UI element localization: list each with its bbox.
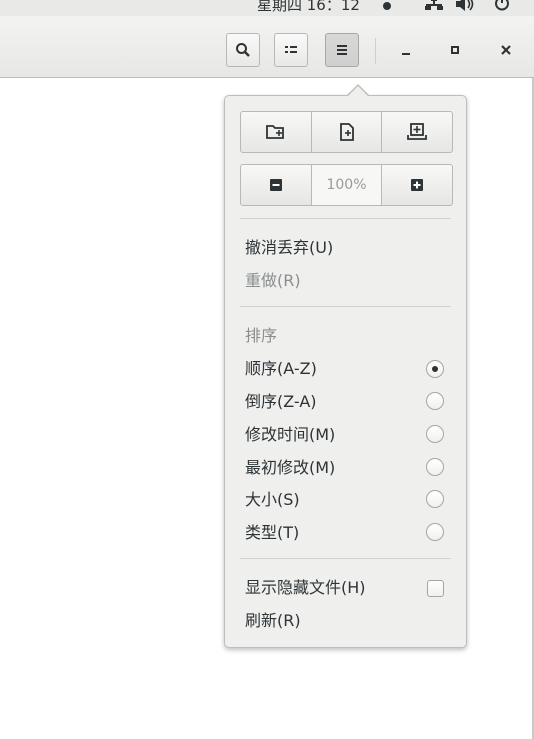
view-list-icon bbox=[285, 46, 297, 53]
show-hidden-files-checkbox[interactable] bbox=[427, 580, 444, 597]
sort-z-a-item[interactable]: 倒序(Z-A) bbox=[245, 388, 317, 412]
sort-size-item[interactable]: 大小(S) bbox=[245, 486, 300, 510]
sort-header: 排序 bbox=[245, 326, 278, 345]
zoom-out-icon bbox=[269, 179, 282, 191]
refresh-item[interactable]: 刷新(R) bbox=[245, 607, 301, 631]
new-folder-button[interactable] bbox=[241, 112, 312, 152]
new-actions-row bbox=[240, 111, 453, 153]
show-hidden-files-item[interactable]: 显示隐藏文件(H) bbox=[245, 574, 366, 598]
new-folder-icon bbox=[265, 125, 284, 139]
maximize-button[interactable] bbox=[443, 38, 467, 62]
divider bbox=[240, 558, 451, 559]
divider bbox=[240, 306, 451, 307]
new-tab-icon bbox=[407, 123, 428, 140]
menu-button[interactable] bbox=[325, 33, 359, 67]
sort-modified-item[interactable]: 修改时间(M) bbox=[245, 421, 335, 445]
hamburger-menu-icon bbox=[337, 45, 347, 55]
zoom-in-button[interactable] bbox=[382, 165, 452, 205]
volume-icon[interactable] bbox=[456, 0, 476, 15]
close-button[interactable] bbox=[494, 38, 518, 62]
undo-trash-item[interactable]: 撤消丢弃(U) bbox=[245, 234, 333, 258]
search-button[interactable] bbox=[226, 33, 260, 67]
new-tab-button[interactable] bbox=[382, 112, 452, 152]
popover-arrow-fill bbox=[347, 86, 369, 97]
view-list-button[interactable] bbox=[274, 33, 308, 67]
sort-a-z-item[interactable]: 顺序(A-Z) bbox=[245, 355, 317, 379]
sort-type-radio[interactable] bbox=[426, 523, 444, 541]
sort-z-a-radio[interactable] bbox=[426, 392, 444, 410]
zoom-level[interactable]: 100% bbox=[311, 165, 383, 205]
zoom-out-button[interactable] bbox=[241, 165, 312, 205]
new-document-icon bbox=[339, 123, 354, 141]
power-icon[interactable] bbox=[493, 0, 511, 12]
divider bbox=[240, 218, 451, 219]
sort-size-radio[interactable] bbox=[426, 490, 444, 508]
new-document-button[interactable] bbox=[312, 112, 383, 152]
header-separator bbox=[375, 38, 376, 64]
minimize-icon bbox=[402, 53, 410, 55]
clock[interactable]: 星期四 16：12 bbox=[257, 0, 360, 15]
search-icon bbox=[236, 43, 250, 57]
sort-first-modified-radio[interactable] bbox=[426, 458, 444, 476]
sort-a-z-radio[interactable] bbox=[426, 360, 444, 378]
zoom-row: 100% bbox=[240, 164, 453, 206]
sort-type-item[interactable]: 类型(T) bbox=[245, 519, 299, 543]
top-system-bar: 星期四 16：12 bbox=[0, 0, 534, 16]
network-icon[interactable] bbox=[424, 0, 444, 15]
minimize-button[interactable] bbox=[394, 38, 418, 62]
app-menu-popover: 100% 撤消丢弃(U) 重做(R) 排序 顺序(A-Z) 倒序(Z-A) 修改… bbox=[224, 95, 467, 648]
sort-modified-radio[interactable] bbox=[426, 425, 444, 443]
notification-dot-icon bbox=[383, 2, 391, 10]
maximize-icon bbox=[451, 46, 459, 54]
redo-item[interactable]: 重做(R) bbox=[245, 267, 301, 291]
sort-first-modified-item[interactable]: 最初修改(M) bbox=[245, 454, 335, 478]
zoom-in-icon bbox=[411, 179, 424, 191]
header-bar bbox=[0, 16, 534, 78]
close-icon bbox=[501, 45, 511, 55]
